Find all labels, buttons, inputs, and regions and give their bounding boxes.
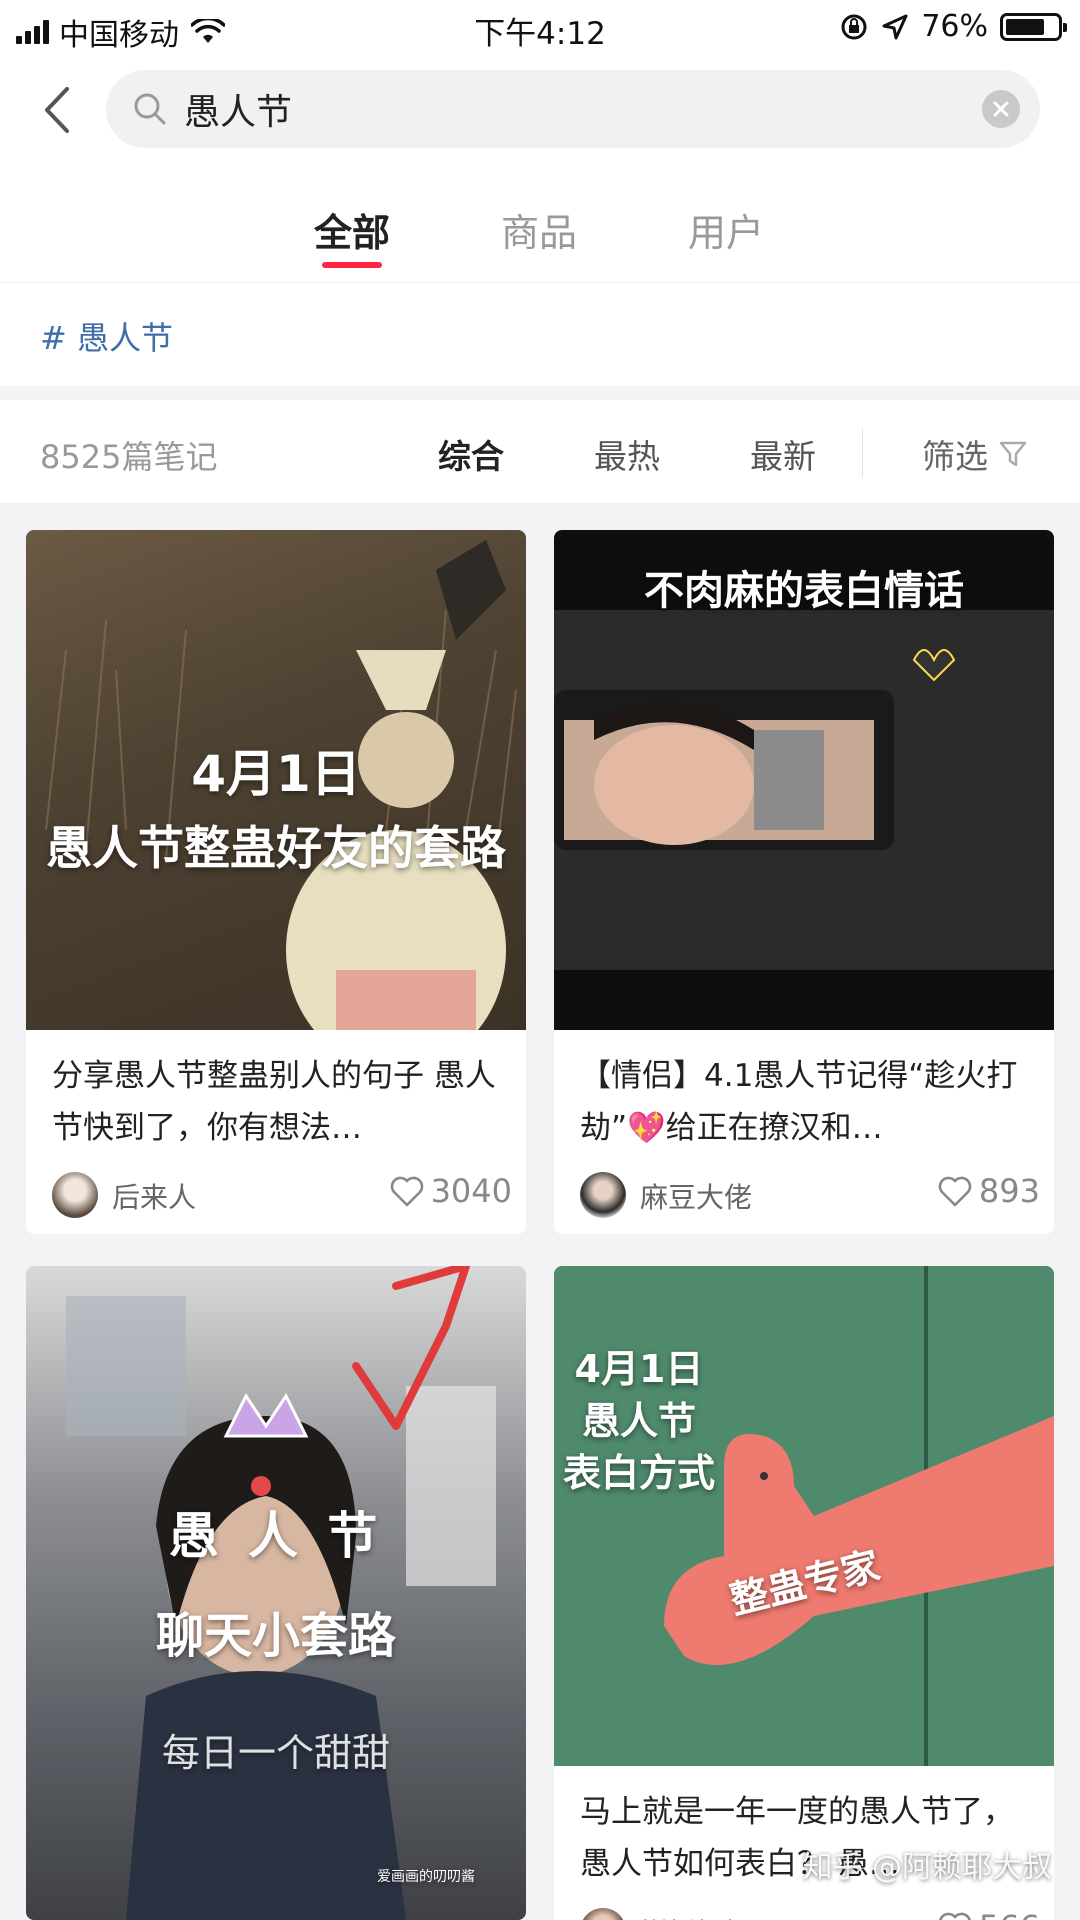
sort-hottest[interactable]: 最热 <box>594 430 660 478</box>
cover-overlay-title: 愚人节整蛊好友的套路 <box>46 821 506 875</box>
note-footer: 榭栎姐姐 566 <box>554 1890 1054 1920</box>
tab-all[interactable]: 全部 <box>292 202 412 268</box>
notes-feed: 4月1日 愚人节整蛊好友的套路 分享愚人节整蛊别人的句子 愚人节快到了，你有想法… <box>0 530 1080 1920</box>
active-tab-indicator <box>322 262 382 268</box>
location-icon <box>882 14 908 39</box>
like-count: 566 <box>979 1908 1040 1920</box>
cover-overlay-caption: 每日一个甜甜 <box>161 1731 390 1775</box>
cover-overlay-holiday: 愚人节 <box>581 1399 696 1443</box>
author-name[interactable]: 麻豆大佬 <box>640 1176 752 1216</box>
close-icon <box>993 101 1009 117</box>
filter-divider <box>862 428 863 478</box>
hashtag-link[interactable]: # 愚人节 <box>40 313 173 359</box>
back-button[interactable] <box>32 78 80 142</box>
note-count: 8525篇笔记 <box>40 438 218 476</box>
sort-comprehensive[interactable]: 综合 <box>438 430 504 478</box>
avatar[interactable] <box>580 1172 626 1218</box>
note-title[interactable]: 【情侣】4.1愚人节记得“趁火打劫”💖给正在撩汉和… <box>554 1030 1054 1154</box>
battery-icon <box>1000 12 1067 41</box>
filter-button[interactable]: 筛选 <box>922 430 1028 478</box>
hashtag-row: # 愚人节 <box>0 282 1080 386</box>
note-card[interactable]: 4月1日 愚人节整蛊好友的套路 分享愚人节整蛊别人的句子 愚人节快到了，你有想法… <box>26 530 526 1234</box>
zhihu-watermark: 知乎 @阿赖耶大叔 <box>802 1850 1052 1885</box>
status-right: 76% <box>839 9 1067 44</box>
note-footer: 麻豆大佬 893 <box>554 1154 1054 1234</box>
search-header: 愚人节 全部 商品 用户 <box>0 56 1080 282</box>
funnel-icon <box>999 441 1027 467</box>
note-card[interactable]: 4月1日 愚人节 表白方式 整蛊专家 马上就是一年一度的愚人节了，愚人节如何表白… <box>554 1266 1054 1920</box>
note-cover-image[interactable]: 4月1日 愚人节 表白方式 整蛊专家 <box>554 1266 1054 1766</box>
cover-overlay-credit: 爱画画的叨叨酱 <box>377 1869 475 1885</box>
note-cover-image[interactable]: 4月1日 愚人节整蛊好友的套路 <box>26 530 526 1030</box>
status-bar: 中国移动 下午4:12 76% <box>0 0 1080 56</box>
avatar[interactable] <box>580 1908 626 1920</box>
search-icon <box>134 93 166 125</box>
tab-all-label: 全部 <box>313 211 390 255</box>
cover-overlay-title: 愚 人 节 <box>168 1507 384 1565</box>
heart-icon <box>938 1176 972 1207</box>
sort-newest[interactable]: 最新 <box>750 430 816 478</box>
author-name[interactable]: 后来人 <box>112 1176 196 1216</box>
tab-users-label: 用户 <box>687 211 764 255</box>
heart-icon <box>390 1176 423 1207</box>
note-cover-image[interactable]: 愚 人 节 聊天小套路 每日一个甜甜 爱画画的叨叨酱 <box>26 1266 526 1920</box>
search-query[interactable]: 愚人节 <box>184 83 982 135</box>
search-tabs: 全部 商品 用户 <box>0 202 1080 282</box>
clear-search-button[interactable] <box>982 90 1020 128</box>
chevron-left-icon <box>45 87 69 133</box>
search-input[interactable]: 愚人节 <box>106 70 1040 148</box>
like-button[interactable]: 3040 <box>389 1172 512 1210</box>
photo-illustration <box>66 1266 496 1920</box>
tab-products-label: 商品 <box>500 211 577 255</box>
author-name[interactable]: 榭栎姐姐 <box>640 1912 752 1920</box>
battery-percent: 76% <box>921 9 988 44</box>
tab-users[interactable]: 用户 <box>666 202 786 257</box>
note-cover-image[interactable]: 不肉麻的表白情话 <box>554 530 1054 1030</box>
note-footer: 后来人 3040 <box>26 1154 526 1234</box>
note-card[interactable]: 不肉麻的表白情话 【情侣】4.1愚人节记得“趁火打劫”💖给正在撩汉和… 麻豆大佬… <box>554 530 1054 1234</box>
avatar[interactable] <box>52 1172 98 1218</box>
cover-overlay-subtitle: 表白方式 <box>562 1451 715 1495</box>
note-title[interactable]: 分享愚人节整蛊别人的句子 愚人节快到了，你有想法… <box>26 1030 526 1154</box>
cover-overlay-title: 不肉麻的表白情话 <box>644 568 964 614</box>
tab-products[interactable]: 商品 <box>479 202 599 257</box>
like-count: 893 <box>978 1172 1040 1210</box>
filter-label: 筛选 <box>922 437 988 476</box>
cover-overlay-date: 4月1日 <box>191 745 361 803</box>
rotation-lock-icon <box>841 14 867 39</box>
like-button[interactable]: 893 <box>937 1172 1040 1210</box>
like-count: 3040 <box>430 1172 512 1210</box>
note-card[interactable]: 愚 人 节 聊天小套路 每日一个甜甜 爱画画的叨叨酱 <box>26 1266 526 1920</box>
cover-overlay-date: 4月1日 <box>574 1347 704 1391</box>
filter-bar: 8525篇笔记 综合 最热 最新 筛选 <box>0 400 1080 504</box>
battery-level <box>1006 18 1044 35</box>
like-button[interactable]: 566 <box>937 1908 1040 1920</box>
heart-icon <box>938 1912 971 1920</box>
cover-overlay-subtitle: 聊天小套路 <box>155 1608 396 1664</box>
